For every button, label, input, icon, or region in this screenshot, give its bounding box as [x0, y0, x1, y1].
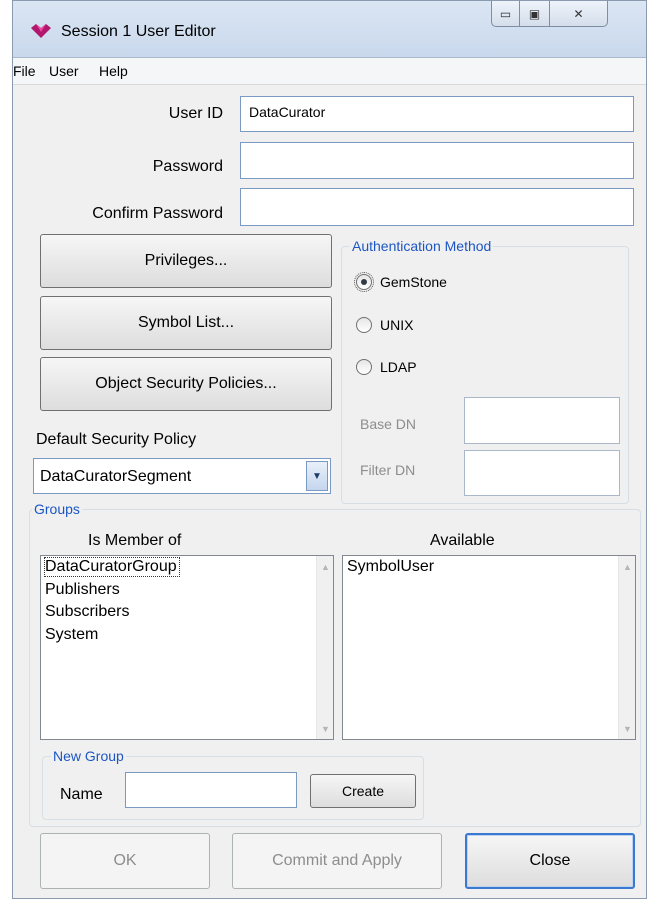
- scroll-down-icon[interactable]: ▼: [620, 720, 635, 737]
- close-window-button[interactable]: ✕: [550, 1, 608, 27]
- radio-ldap-label: LDAP: [380, 359, 417, 375]
- radio-unix-label: UNIX: [380, 317, 414, 333]
- title-bar[interactable]: Session 1 User Editor ▭ ▣ ✕: [13, 1, 646, 58]
- create-group-button[interactable]: Create: [310, 774, 416, 808]
- new-group-title: New Group: [51, 748, 126, 764]
- chevron-down-icon[interactable]: ▼: [306, 461, 328, 491]
- privileges-button[interactable]: Privileges...: [40, 234, 332, 288]
- list-item-available[interactable]: SymbolUser: [347, 558, 434, 576]
- radio-unchecked-icon: [356, 359, 372, 375]
- radio-gemstone[interactable]: GemStone: [354, 272, 447, 292]
- confirm-password-label: Confirm Password: [92, 205, 223, 222]
- radio-ldap[interactable]: LDAP: [356, 359, 417, 375]
- filter-dn-input[interactable]: [464, 450, 620, 496]
- radio-unchecked-icon: [356, 317, 372, 333]
- list-item-member[interactable]: Publishers: [45, 581, 120, 599]
- radio-gemstone-label: GemStone: [380, 274, 447, 290]
- gemstone-app-icon: [31, 24, 51, 38]
- list-item-member[interactable]: DataCuratorGroup: [44, 557, 180, 577]
- available-header: Available: [430, 532, 495, 549]
- minimize-button[interactable]: ▭: [491, 1, 520, 27]
- new-group-name-input[interactable]: [125, 772, 297, 808]
- scroll-up-icon[interactable]: ▲: [318, 558, 333, 575]
- member-list-scrollbar[interactable]: ▲ ▼: [316, 556, 333, 739]
- window-controls: ▭ ▣ ✕: [491, 1, 608, 29]
- radio-checked-icon: [354, 272, 374, 292]
- is-member-of-header: Is Member of: [88, 532, 182, 549]
- password-label: Password: [152, 158, 223, 175]
- authentication-method-title: Authentication Method: [350, 238, 494, 254]
- groups-group: Groups Is Member of Available DataCurato…: [29, 501, 641, 827]
- member-of-list[interactable]: DataCuratorGroup Publishers Subscribers …: [40, 555, 334, 740]
- default-security-policy-value: DataCuratorSegment: [40, 468, 192, 485]
- groups-title: Groups: [32, 501, 82, 517]
- base-dn-input[interactable]: [464, 397, 620, 444]
- new-group-name-label: Name: [60, 786, 103, 803]
- menu-bar: File User Help: [13, 58, 646, 85]
- list-item-member[interactable]: Subscribers: [45, 603, 129, 621]
- object-security-policies-button[interactable]: Object Security Policies...: [40, 357, 332, 411]
- scroll-up-icon[interactable]: ▲: [620, 558, 635, 575]
- menu-help[interactable]: Help: [99, 63, 128, 79]
- menu-file[interactable]: File: [13, 63, 36, 79]
- maximize-button[interactable]: ▣: [520, 1, 550, 27]
- default-security-policy-select[interactable]: DataCuratorSegment ▼: [33, 458, 331, 494]
- new-group-group: New Group Name Create: [42, 748, 424, 820]
- menu-user[interactable]: User: [49, 63, 79, 79]
- default-security-policy-label: Default Security Policy: [36, 431, 197, 448]
- available-list[interactable]: SymbolUser ▲ ▼: [342, 555, 636, 740]
- user-id-label: User ID: [168, 105, 223, 122]
- window-title: Session 1 User Editor: [61, 23, 216, 40]
- radio-unix[interactable]: UNIX: [356, 317, 413, 333]
- authentication-method-group: Authentication Method GemStone UNIX LDAP…: [341, 238, 629, 504]
- ok-button[interactable]: OK: [40, 833, 210, 889]
- scroll-down-icon[interactable]: ▼: [318, 720, 333, 737]
- password-input[interactable]: [240, 142, 634, 179]
- base-dn-label: Base DN: [360, 416, 417, 432]
- available-list-scrollbar[interactable]: ▲ ▼: [618, 556, 635, 739]
- user-id-input[interactable]: DataCurator: [240, 96, 634, 132]
- filter-dn-label: Filter DN: [360, 462, 416, 478]
- close-button[interactable]: Close: [465, 833, 635, 889]
- confirm-password-input[interactable]: [240, 188, 634, 226]
- user-editor-window: Session 1 User Editor ▭ ▣ ✕ File User He…: [12, 0, 647, 899]
- symbol-list-button[interactable]: Symbol List...: [40, 296, 332, 350]
- commit-and-apply-button[interactable]: Commit and Apply: [232, 833, 442, 889]
- list-item-member[interactable]: System: [45, 626, 98, 644]
